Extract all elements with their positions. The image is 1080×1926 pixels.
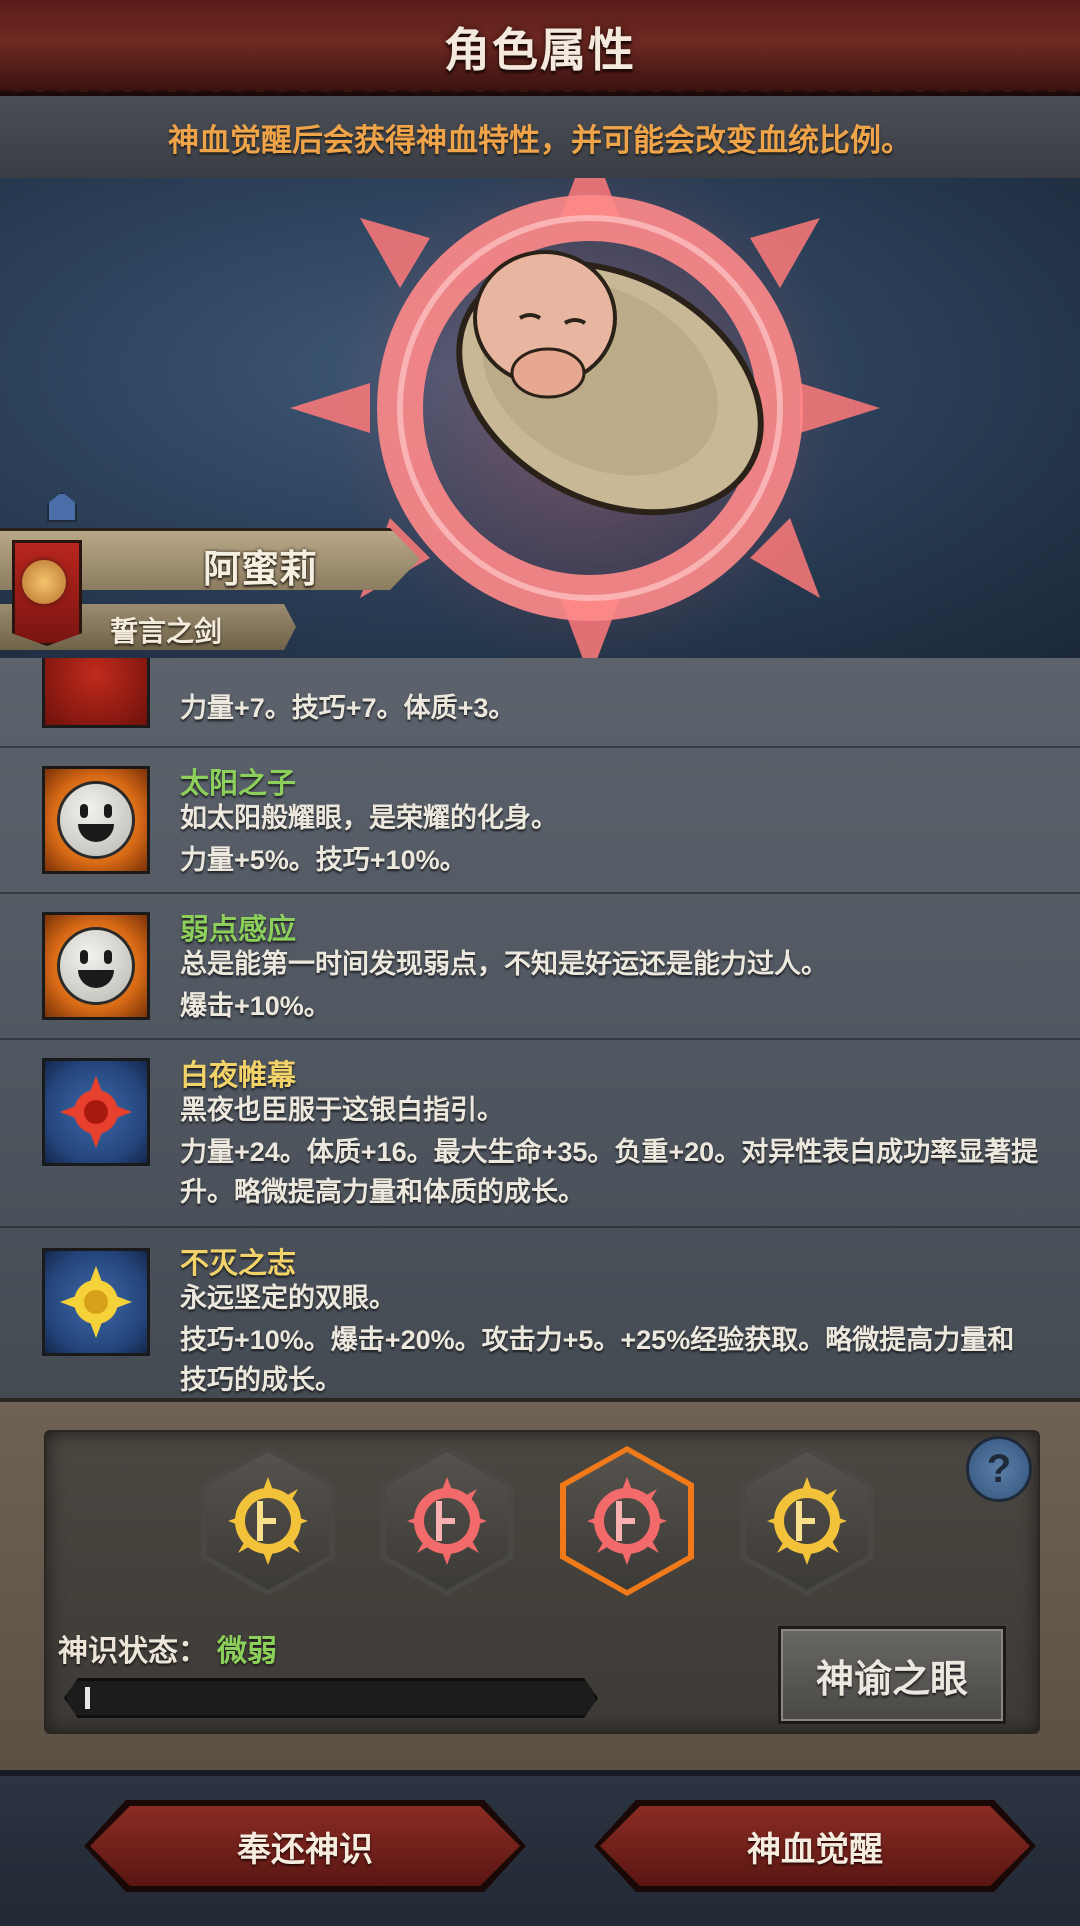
smiley-sun-icon	[42, 912, 150, 1020]
smiley-sun-icon	[42, 766, 150, 874]
trait-row: 白夜帷幕 黑夜也臣服于这银白指引。 力量+24。体质+16。最大生命+35。负重…	[0, 1038, 1080, 1228]
red-sun-ring-icon	[407, 1477, 487, 1565]
header-bar: 角色属性	[0, 0, 1080, 100]
trait-desc: 总是能第一时间发现弱点，不知是好运还是能力过人。	[180, 949, 828, 979]
help-icon[interactable]: ?	[966, 1436, 1032, 1502]
divine-sense-label: 神识状态：	[58, 1635, 208, 1668]
gold-sun-emblem-icon	[60, 1266, 132, 1338]
divine-blood-awaken-button[interactable]: 神血觉醒	[600, 1806, 1030, 1886]
crest-emblem-icon	[22, 560, 66, 604]
divine-sense-bar	[64, 1678, 598, 1718]
trait-list[interactable]: 力量+7。技巧+7。体质+3。 太阳之子 如太阳般耀眼，是荣耀的化身。 力量+5…	[0, 658, 1080, 1398]
trait-effect: 力量+7。技巧+7。体质+3。	[180, 693, 516, 723]
divine-sense-value: 微弱	[217, 1635, 277, 1668]
trait-name: 不灭之志	[180, 1248, 297, 1280]
trait-name: 弱点感应	[180, 914, 297, 946]
trait-effect: 力量+24。体质+16。最大生命+35。负重+20。对异性表白成功率显著提升。略…	[180, 1137, 1039, 1207]
notice-text: 神血觉醒后会获得神血特性，并可能会改变血统比例。	[168, 122, 912, 158]
gold-sun-ring-icon	[767, 1477, 847, 1565]
trait-desc: 如太阳般耀眼，是荣耀的化身。	[180, 803, 558, 833]
character-title: 誓言之剑	[110, 616, 223, 647]
gold-sun-emblem-icon	[42, 1248, 150, 1356]
red-crest-icon	[42, 658, 150, 728]
return-divine-sense-button[interactable]: 奉还神识	[90, 1806, 520, 1886]
trait-effect: 爆击+10%。	[180, 991, 331, 1021]
gold-sun-ring-icon	[228, 1477, 308, 1565]
trait-desc: 永远坚定的双眼。	[180, 1283, 396, 1313]
character-name: 阿蜜莉	[202, 549, 317, 591]
trait-effect: 力量+5%。技巧+10%。	[180, 845, 467, 875]
red-sun-ring-icon	[587, 1477, 667, 1565]
divine-sense-bar-fill	[85, 1687, 90, 1709]
trait-row: 不灭之志 永远坚定的双眼。 技巧+10%。爆击+20%。攻击力+5。+25%经验…	[0, 1226, 1080, 1398]
trait-effect: 技巧+10%。爆击+20%。攻击力+5。+25%经验获取。略微提高力量和技巧的成…	[180, 1325, 1015, 1395]
red-sun-emblem-icon	[60, 1076, 132, 1148]
red-sun-emblem-icon	[42, 1058, 150, 1166]
trait-row: 太阳之子 如太阳般耀眼，是荣耀的化身。 力量+5%。技巧+10%。	[0, 746, 1080, 894]
oracle-eye-button[interactable]: 神谕之眼	[778, 1626, 1006, 1724]
notice-banner: 神血觉醒后会获得神血特性，并可能会改变血统比例。	[0, 96, 1080, 178]
trait-row: 力量+7。技巧+7。体质+3。	[0, 658, 1080, 748]
trait-row: 弱点感应 总是能第一时间发现弱点，不知是好运还是能力过人。 爆击+10%。	[0, 892, 1080, 1040]
trait-name: 太阳之子	[180, 768, 297, 800]
trait-desc: 黑夜也臣服于这银白指引。	[180, 1095, 504, 1125]
page-title: 角色属性	[444, 24, 636, 76]
trait-name: 白夜帷幕	[180, 1060, 297, 1092]
